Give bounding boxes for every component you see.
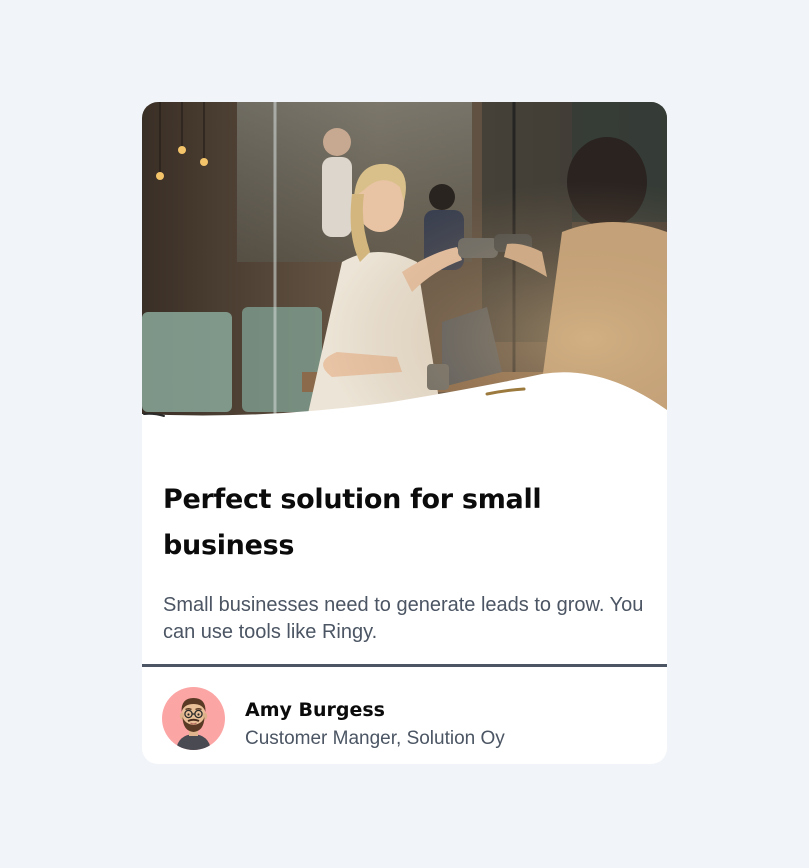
author-name[interactable]: Amy Burgess: [245, 697, 385, 723]
article-card[interactable]: Perfect solution for small business Smal…: [142, 102, 667, 764]
bearded-man-avatar-icon[interactable]: [162, 687, 225, 750]
card-title: Perfect solution for small business: [163, 484, 542, 561]
hero-image: [142, 102, 667, 418]
author-role: Customer Manger, Solution Oy: [245, 728, 505, 749]
card-description: Small businesses need to generate leads …: [163, 594, 644, 643]
divider: [142, 664, 667, 667]
